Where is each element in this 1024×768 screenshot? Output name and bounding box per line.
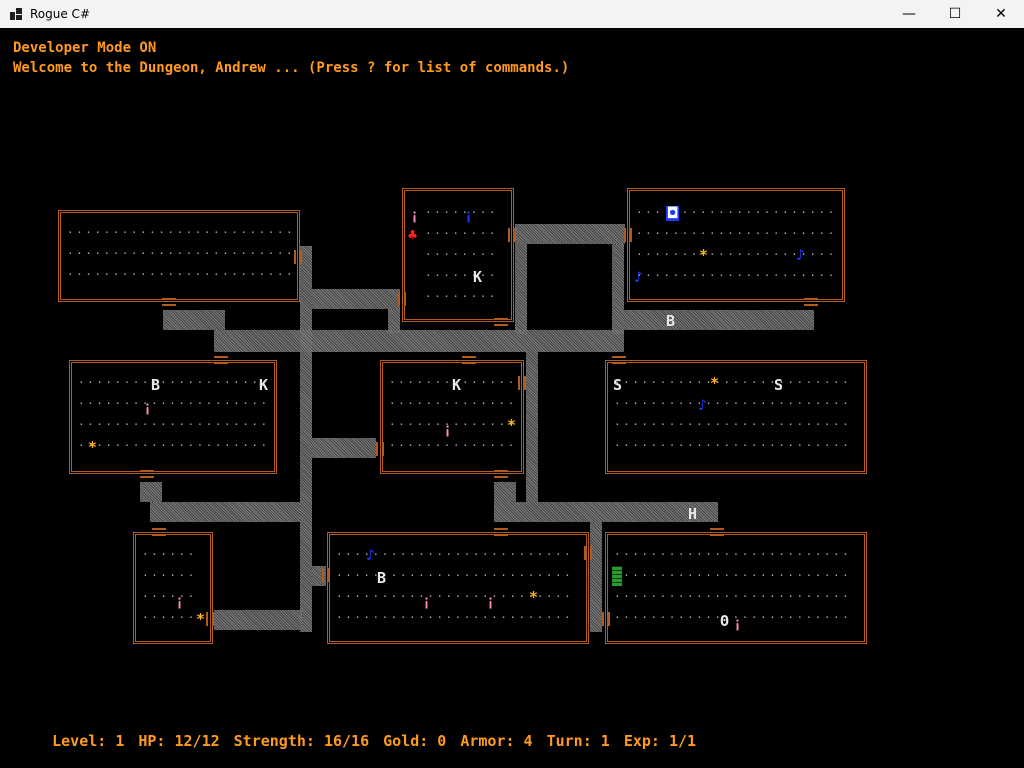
monster-snake: S xyxy=(613,376,623,394)
app-icon xyxy=(10,8,22,20)
minimize-button[interactable]: — xyxy=(886,0,932,28)
passage xyxy=(494,482,516,502)
status-bar: Level: 1 HP: 12/12 Strength: 16/16 Gold: 0 A… xyxy=(16,714,710,768)
window-title: Rogue C# xyxy=(30,7,90,21)
gold-item: * xyxy=(88,438,98,456)
amulet-item: ◘ xyxy=(666,204,680,222)
door xyxy=(206,612,214,626)
dungeon-room: .......................... .............… xyxy=(605,360,867,474)
gold-item: * xyxy=(699,246,709,264)
potion-item: ¡ xyxy=(410,206,420,224)
monster-kestrel: K xyxy=(259,376,269,394)
passage xyxy=(312,289,400,309)
door xyxy=(322,568,330,582)
status-turn: Turn: 1 xyxy=(546,732,610,750)
potion-item: ¡ xyxy=(443,420,453,438)
door xyxy=(624,228,632,242)
stairs-icon xyxy=(612,566,622,586)
gold-item: * xyxy=(507,416,517,434)
monster-bat: B xyxy=(666,312,676,330)
gold-item: * xyxy=(710,374,720,392)
passage xyxy=(163,310,225,330)
player-character: Θ xyxy=(720,612,730,630)
scroll-item: ♪ xyxy=(634,268,644,286)
potion-item: ¡ xyxy=(733,614,743,632)
dungeon-room: ...................... .................… xyxy=(627,188,845,302)
door xyxy=(508,228,516,242)
monster-snake: S xyxy=(774,376,784,394)
door xyxy=(602,612,610,626)
passage xyxy=(214,330,624,352)
scroll-item: ♪ xyxy=(796,246,806,264)
monster-hobgoblin: H xyxy=(688,505,698,523)
monster-bat: B xyxy=(377,569,387,587)
scroll-item: ♪ xyxy=(366,546,376,564)
scroll-item: ♪ xyxy=(698,396,708,414)
gold-item: * xyxy=(529,588,539,606)
passage xyxy=(214,610,302,630)
monster-kestrel: K xyxy=(473,268,483,286)
passage xyxy=(150,502,300,522)
door xyxy=(376,442,384,456)
passage xyxy=(590,522,602,632)
maximize-button[interactable]: ☐ xyxy=(932,0,978,28)
status-exp: Exp: 1/1 xyxy=(623,732,697,750)
dungeon-room: ......................... ..............… xyxy=(58,210,300,302)
door xyxy=(398,292,406,306)
status-gold: Gold: 0 xyxy=(383,732,447,750)
door xyxy=(152,528,166,536)
dungeon-room: ..................... ..................… xyxy=(69,360,277,474)
status-hp: HP: 12/12 xyxy=(138,732,220,750)
game-screen[interactable]: Developer Mode ON Welcome to the Dungeon… xyxy=(0,28,1024,750)
door xyxy=(294,250,302,264)
passage xyxy=(312,438,376,458)
passage xyxy=(140,482,162,502)
potion-item: ¡ xyxy=(486,592,496,610)
door xyxy=(162,298,176,306)
potion-item: ¡ xyxy=(464,206,474,224)
door xyxy=(494,470,508,478)
door xyxy=(518,376,526,390)
potion-item: ¡ xyxy=(175,592,185,610)
passage xyxy=(300,246,312,632)
door xyxy=(214,356,228,364)
door xyxy=(584,546,592,560)
status-level: Level: 1 xyxy=(52,732,125,750)
food-item: ♣ xyxy=(408,226,418,244)
gold-item: * xyxy=(196,610,206,628)
message-line-2: Welcome to the Dungeon, Andrew ... (Pres… xyxy=(13,60,570,76)
door xyxy=(494,528,508,536)
passage xyxy=(515,224,625,244)
door xyxy=(612,356,626,364)
door xyxy=(710,528,724,536)
close-button[interactable]: ✕ xyxy=(978,0,1024,28)
title-bar: Rogue C# — ☐ ✕ xyxy=(0,0,1024,29)
monster-bat: B xyxy=(151,376,161,394)
door xyxy=(140,470,154,478)
potion-item: ¡ xyxy=(422,592,432,610)
status-strength: Strength: 16/16 xyxy=(233,732,370,750)
passage xyxy=(612,244,624,334)
potion-item: ¡ xyxy=(143,398,153,416)
status-armor: Armor: 4 xyxy=(460,732,533,750)
monster-kestrel: K xyxy=(452,376,462,394)
passage xyxy=(515,244,527,334)
passage xyxy=(494,502,718,522)
door xyxy=(804,298,818,306)
door xyxy=(462,356,476,364)
door xyxy=(494,318,508,326)
message-line-1: Developer Mode ON xyxy=(13,40,157,56)
passage xyxy=(526,352,538,502)
passage xyxy=(624,310,814,330)
